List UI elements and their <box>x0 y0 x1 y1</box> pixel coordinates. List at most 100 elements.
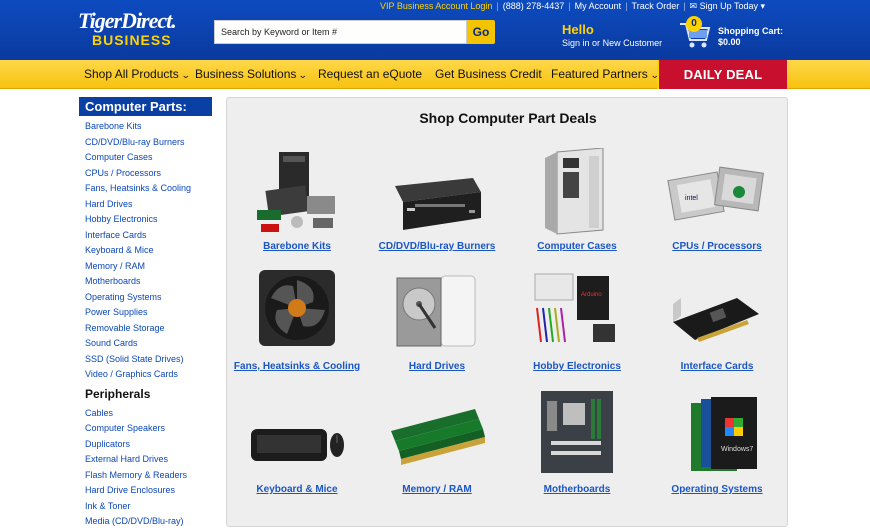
search-input[interactable]: Search by Keyword or Item # <box>214 20 467 44</box>
optical-drive-image <box>395 178 481 230</box>
tile-cd-dvd-bluray-burners[interactable]: CD/DVD/Blu-ray Burners <box>367 148 507 263</box>
tile-label[interactable]: Keyboard & Mice <box>227 484 367 495</box>
tile-hard-drives[interactable]: Hard Drives <box>367 268 507 383</box>
tile-label[interactable]: Memory / RAM <box>367 484 507 495</box>
sidebar-item[interactable]: SSD (Solid State Drives) <box>85 352 212 368</box>
my-account-link[interactable]: My Account <box>575 1 622 11</box>
sidebar-item[interactable]: Interface Cards <box>85 228 212 244</box>
cart-label: Shopping Cart: <box>718 26 783 36</box>
sidebar-item[interactable]: Operating Systems <box>85 290 212 306</box>
nav-featured-partners[interactable]: Featured Partners ⌄ <box>551 60 659 89</box>
barebone-kit-image <box>257 152 335 232</box>
sidebar-item[interactable]: CPUs / Processors <box>85 166 212 182</box>
nav-label: Business Solutions <box>195 67 297 81</box>
tile-interface-cards[interactable]: Interface Cards <box>647 268 787 383</box>
sidebar-item[interactable]: Flash Memory & Readers <box>85 468 212 484</box>
tile-hobby-electronics[interactable]: Arduino Hobby Electronics <box>507 268 647 383</box>
phone-number: (888) 278-4437 <box>502 1 565 11</box>
hard-drive-image <box>396 275 476 347</box>
mail-icon: ✉ <box>689 1 698 11</box>
chevron-down-icon: ⌄ <box>180 70 191 80</box>
sidebar-item[interactable]: Computer Speakers <box>85 421 212 437</box>
nav-business-solutions[interactable]: Business Solutions ⌄ <box>195 60 309 89</box>
svg-text:Arduino: Arduino <box>581 292 602 298</box>
svg-text:intel: intel <box>685 195 698 202</box>
cart-count-badge: 0 <box>686 16 702 32</box>
signin-line: Sign in or New Customer <box>562 38 662 48</box>
sidebar-item[interactable]: Ink & Toner <box>85 499 212 515</box>
sidebar-item[interactable]: CD/DVD/Blu-ray Burners <box>85 135 212 151</box>
tile-label[interactable]: Operating Systems <box>647 484 787 495</box>
sidebar-item[interactable]: Sound Cards <box>85 336 212 352</box>
logo-wordmark: TigerDirect. <box>78 8 177 33</box>
memory-ram-image <box>391 409 485 465</box>
sidebar-item[interactable]: Power Supplies <box>85 305 212 321</box>
sidebar-item[interactable]: Video / Graphics Cards <box>85 367 212 383</box>
sidebar-item[interactable]: Media (CD/DVD/Blu-ray) <box>85 514 212 530</box>
tile-label[interactable]: Fans, Heatsinks & Cooling <box>227 361 367 372</box>
deals-title: Shop Computer Part Deals <box>419 110 597 126</box>
new-customer-link[interactable]: New Customer <box>603 38 663 48</box>
tile-label[interactable]: Computer Cases <box>507 241 647 252</box>
top-links: VIP Business Account Login | (888) 278-443… <box>380 1 766 11</box>
sidebar-item[interactable]: Motherboards <box>85 274 212 290</box>
tile-barebone-kits[interactable]: Barebone Kits <box>227 148 367 263</box>
tile-memory-ram[interactable]: Memory / RAM <box>367 391 507 506</box>
nav-request-equote[interactable]: Request an eQuote <box>318 60 422 89</box>
tigerdirect-logo[interactable]: TigerDirect. BUSINESS <box>78 10 188 50</box>
nav-label: Get Business Credit <box>435 67 542 81</box>
sidebar-item[interactable]: Fans, Heatsinks & Cooling <box>85 181 212 197</box>
nav-label: Shop All Products <box>84 67 179 81</box>
tile-cpus-processors[interactable]: intel CPUs / Processors <box>647 148 787 263</box>
tile-fans-heatsinks-cooling[interactable]: Fans, Heatsinks & Cooling <box>227 268 367 383</box>
signin-or: or <box>592 38 601 48</box>
sidebar-item[interactable]: Keyboard & Mice <box>85 243 212 259</box>
shopping-cart-link[interactable]: Shopping Cart: $0.00 <box>718 26 783 48</box>
tile-label[interactable]: Interface Cards <box>647 361 787 372</box>
sidebar-item[interactable]: Memory / RAM <box>85 259 212 275</box>
tile-operating-systems[interactable]: Windows7 Operating Systems <box>647 391 787 506</box>
sidebar-item[interactable]: External Hard Drives <box>85 452 212 468</box>
track-order-link[interactable]: Track Order <box>632 1 680 11</box>
tile-label[interactable]: Hard Drives <box>367 361 507 372</box>
sidebar-item[interactable]: Computer Cases <box>85 150 212 166</box>
keyboard-mouse-image <box>251 429 344 461</box>
nav-shop-all-products[interactable]: Shop All Products ⌄ <box>84 60 191 89</box>
nav-label: Request an eQuote <box>318 67 423 81</box>
sidebar-item[interactable]: Removable Storage <box>85 321 212 337</box>
tile-label[interactable]: CPUs / Processors <box>647 241 787 252</box>
sidebar-item[interactable]: Hobby Electronics <box>85 212 212 228</box>
chevron-down-icon: ⌄ <box>298 70 309 80</box>
sidebar-item[interactable]: Duplicators <box>85 437 212 453</box>
computer-parts-list: Barebone Kits CD/DVD/Blu-ray Burners Com… <box>79 119 212 383</box>
sidebar-item[interactable]: Barebone Kits <box>85 119 212 135</box>
svg-text:Windows7: Windows7 <box>721 446 753 453</box>
daily-deal-slasher-button[interactable]: DAILY DEAL SLASHER <box>657 60 787 111</box>
peripherals-list: Cables Computer Speakers Duplicators Ext… <box>79 406 212 530</box>
tile-label[interactable]: Barebone Kits <box>227 241 367 252</box>
cpu-image: intel <box>667 166 764 221</box>
signin-link[interactable]: Sign in <box>562 38 590 48</box>
nav-get-business-credit[interactable]: Get Business Credit <box>435 60 542 89</box>
deals-panel: Shop Computer Part Deals Barebone Kits C… <box>226 97 788 527</box>
cart-total: $0.00 <box>718 37 741 47</box>
site-header: TigerDirect. BUSINESS VIP Business Accou… <box>0 0 870 60</box>
tile-label[interactable]: CD/DVD/Blu-ray Burners <box>367 241 507 252</box>
vip-login-link[interactable]: VIP Business Account Login <box>380 1 492 11</box>
sidebar-item[interactable]: Cables <box>85 406 212 422</box>
sidebar-item[interactable]: Hard Drives <box>85 197 212 213</box>
tile-motherboards[interactable]: Motherboards <box>507 391 647 506</box>
signup-link[interactable]: Sign Up Today <box>700 1 758 11</box>
tile-keyboard-mice[interactable]: Keyboard & Mice <box>227 391 367 506</box>
tile-label[interactable]: Motherboards <box>507 484 647 495</box>
tile-computer-cases[interactable]: Computer Cases <box>507 148 647 263</box>
tile-label[interactable]: Hobby Electronics <box>507 361 647 372</box>
peripherals-heading: Peripherals <box>85 386 151 401</box>
search-go-button[interactable]: Go <box>467 20 495 44</box>
nav-label: Featured Partners <box>551 67 648 81</box>
motherboard-image <box>541 391 613 473</box>
category-sidebar: Computer Parts: Barebone Kits CD/DVD/Blu… <box>79 97 212 530</box>
sidebar-item[interactable]: Hard Drive Enclosures <box>85 483 212 499</box>
fan-image <box>259 270 335 346</box>
hobby-electronics-image: Arduino <box>534 273 615 343</box>
